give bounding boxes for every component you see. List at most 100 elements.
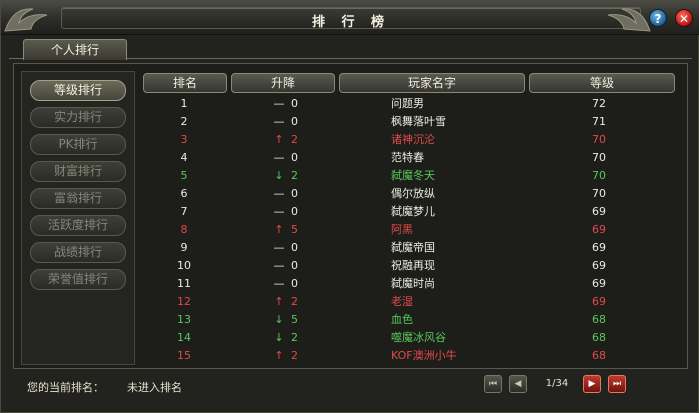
table-row[interactable]: 8 ↑ 5 阿黑 69	[141, 221, 681, 239]
level-cell: 71	[592, 115, 606, 128]
level-cell: 70	[592, 133, 606, 146]
change-value-cell: 2	[291, 133, 298, 146]
change-arrow-icon: —	[273, 259, 285, 272]
table-row[interactable]: 15 ↑ 2 KOF澳洲小牛 68	[141, 347, 681, 365]
close-icon[interactable]: ✕	[675, 9, 693, 27]
level-cell: 68	[592, 349, 606, 362]
change-arrow-icon: ↑	[274, 349, 284, 362]
rank-cell: 14	[177, 331, 191, 344]
category-button-3[interactable]: 财富排行	[30, 161, 126, 182]
title-bar[interactable]: 排 行 榜 ? ✕	[1, 1, 699, 35]
table-row[interactable]: 5 ↓ 2 弑魔冬天 70	[141, 167, 681, 185]
player-name-cell: 老湿	[391, 295, 413, 308]
header-change[interactable]: 升降	[231, 73, 335, 93]
level-cell: 69	[592, 259, 606, 272]
player-name-cell: 弑魔冬天	[391, 169, 435, 182]
table-row[interactable]: 1 — 0 问题男 72	[141, 95, 681, 113]
change-value-cell: 5	[291, 313, 298, 326]
level-cell: 69	[592, 277, 606, 290]
category-button-5[interactable]: 活跃度排行	[30, 215, 126, 236]
table-row[interactable]: 13 ↓ 5 血色 68	[141, 311, 681, 329]
table-row[interactable]: 3 ↑ 2 诸神沉沦 70	[141, 131, 681, 149]
level-cell: 72	[592, 97, 606, 110]
ornament-right-icon	[607, 8, 651, 32]
change-arrow-icon: ↑	[274, 295, 284, 308]
category-button-0[interactable]: 等级排行	[30, 80, 126, 101]
player-name-cell: 问题男	[391, 97, 424, 110]
player-name-cell: 弑魔帝国	[391, 241, 435, 254]
category-button-1[interactable]: 实力排行	[30, 107, 126, 128]
change-value-cell: 5	[291, 223, 298, 236]
table-row[interactable]: 14 ↓ 2 噬魔冰风谷 68	[141, 329, 681, 347]
level-cell: 69	[592, 295, 606, 308]
category-button-6[interactable]: 战绩排行	[30, 242, 126, 263]
window-title: 排 行 榜	[311, 15, 391, 30]
table-row[interactable]: 12 ↑ 2 老湿 69	[141, 293, 681, 311]
level-cell: 69	[592, 241, 606, 254]
change-arrow-icon: ↑	[274, 133, 284, 146]
next-page-icon[interactable]: ▶	[583, 375, 601, 393]
ranking-window: 排 行 榜 ? ✕ 个人排行 等级排行实力排行 PK排行财富排行富翁排行活跃度排行…	[0, 0, 699, 413]
tab-personal-ranking[interactable]: 个人排行	[23, 39, 127, 60]
current-rank-value: 未进入排名	[127, 381, 182, 394]
level-cell: 68	[592, 331, 606, 344]
first-page-icon[interactable]: ⏮	[484, 375, 502, 393]
level-cell: 69	[592, 223, 606, 236]
last-page-icon[interactable]: ⏭	[608, 375, 626, 393]
change-value-cell: 2	[291, 295, 298, 308]
title-plate: 排 行 榜	[61, 7, 641, 30]
level-cell: 68	[592, 313, 606, 326]
change-value-cell: 2	[291, 331, 298, 344]
category-button-4[interactable]: 富翁排行	[30, 188, 126, 209]
table-row[interactable]: 9 — 0 弑魔帝国 69	[141, 239, 681, 257]
change-value-cell: 0	[291, 187, 298, 200]
rank-cell: 5	[180, 169, 188, 182]
header-level[interactable]: 等级	[529, 73, 675, 93]
change-value-cell: 0	[291, 259, 298, 272]
rank-cell: 11	[177, 277, 191, 290]
tab-strip: 个人排行	[9, 37, 692, 60]
table-row[interactable]: 2 — 0 枫舞落叶雪 71	[141, 113, 681, 131]
change-arrow-icon: —	[273, 205, 285, 218]
change-arrow-icon: ↓	[274, 169, 284, 182]
header-rank[interactable]: 排名	[143, 73, 227, 93]
help-icon[interactable]: ?	[649, 9, 667, 27]
prev-page-icon[interactable]: ◀	[509, 375, 527, 393]
level-cell: 70	[592, 169, 606, 182]
table-row[interactable]: 11 — 0 弑魔时尚 69	[141, 275, 681, 293]
category-button-2[interactable]: PK排行	[30, 134, 126, 155]
player-name-cell: 祝融再现	[391, 259, 435, 272]
player-name-cell: 枫舞落叶雪	[391, 115, 446, 128]
rank-cell: 7	[180, 205, 188, 218]
change-arrow-icon: —	[273, 187, 285, 200]
rank-cell: 8	[180, 223, 188, 236]
level-cell: 70	[592, 187, 606, 200]
table-row[interactable]: 4 — 0 范特春 70	[141, 149, 681, 167]
change-arrow-icon: ↑	[274, 223, 284, 236]
ornament-left-icon	[4, 8, 48, 32]
player-name-cell: 范特春	[391, 151, 424, 164]
table-row[interactable]: 7 — 0 弑魔梦儿 69	[141, 203, 681, 221]
change-arrow-icon: ↓	[274, 313, 284, 326]
header-player-name[interactable]: 玩家名字	[339, 73, 525, 93]
player-name-cell: 阿黑	[391, 223, 413, 236]
player-name-cell: 噬魔冰风谷	[391, 331, 446, 344]
current-rank-label: 您的当前排名：	[27, 381, 104, 394]
change-arrow-icon: —	[273, 97, 285, 110]
player-name-cell: 弑魔时尚	[391, 277, 435, 290]
level-cell: 69	[592, 205, 606, 218]
rank-cell: 6	[180, 187, 188, 200]
change-value-cell: 2	[291, 169, 298, 182]
change-value-cell: 0	[291, 115, 298, 128]
rank-cell: 4	[180, 151, 188, 164]
table-row[interactable]: 6 — 0 偶尔放纵 70	[141, 185, 681, 203]
table-row[interactable]: 10 — 0 祝融再现 69	[141, 257, 681, 275]
player-name-cell: 血色	[391, 313, 413, 326]
rank-cell: 2	[180, 115, 188, 128]
category-button-7[interactable]: 荣誉值排行	[30, 269, 126, 290]
change-value-cell: 0	[291, 151, 298, 164]
player-name-cell: KOF澳洲小牛	[391, 349, 457, 362]
rank-cell: 12	[177, 295, 191, 308]
change-arrow-icon: ↓	[274, 331, 284, 344]
rank-cell: 15	[177, 349, 191, 362]
